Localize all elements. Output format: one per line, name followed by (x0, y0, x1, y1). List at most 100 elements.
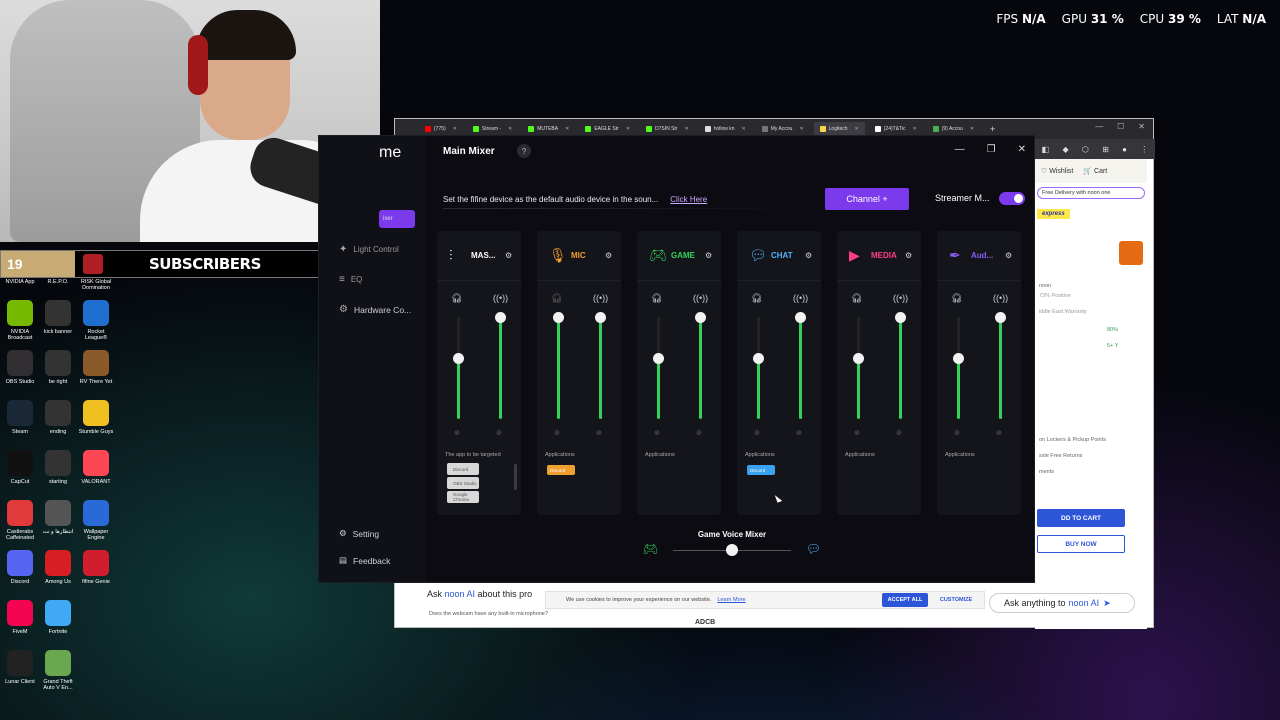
volume-slider-knob[interactable] (795, 312, 806, 323)
close-tab-icon[interactable]: ✕ (626, 126, 630, 132)
desktop-icon[interactable]: Among Us (38, 550, 78, 585)
learn-more-link[interactable]: Learn More (717, 597, 745, 603)
desktop-icon[interactable]: Grand Theft Auto V En... (38, 650, 78, 691)
desktop-icon[interactable]: kick banner (38, 300, 78, 335)
desktop-icon[interactable]: CapCut (0, 450, 40, 485)
volume-slider-knob[interactable] (853, 352, 864, 364)
channel-settings-icon[interactable]: ⚙ (505, 251, 512, 260)
minimize-icon[interactable]: — (955, 144, 965, 155)
desktop-icon[interactable]: Discord (0, 550, 40, 585)
desktop-icon[interactable]: NVIDIA Broadcast (0, 300, 40, 341)
volume-slider-track[interactable] (995, 312, 1006, 419)
cart-link[interactable]: 🛒 Cart (1083, 167, 1107, 175)
desktop-icon[interactable]: Lunar Client (0, 650, 40, 685)
desktop-icon[interactable]: RV There Yet (76, 350, 116, 385)
desktop-icon[interactable]: VALORANT (76, 450, 116, 485)
app-chip[interactable]: Discord (447, 463, 479, 475)
mute-icon[interactable]: ⊘ (496, 429, 502, 437)
channel-settings-icon[interactable]: ⚙ (1005, 251, 1012, 260)
accept-all-button[interactable]: ACCEPT ALL (882, 593, 928, 607)
mute-icon[interactable]: ⊘ (796, 429, 802, 437)
extension-icon[interactable]: ◆ (1062, 145, 1068, 154)
browser-tab[interactable]: (775) ✕ (419, 122, 463, 136)
volume-slider-knob[interactable] (653, 352, 664, 364)
volume-slider-knob[interactable] (495, 312, 506, 323)
mute-icon[interactable]: ⊘ (596, 429, 602, 437)
wishlist-link[interactable]: ♡ Wishlist (1041, 167, 1073, 175)
app-chip[interactable]: OBS Studio (447, 477, 479, 489)
volume-slider-track[interactable] (753, 317, 764, 419)
desktop-icon[interactable]: Stumble Guys (76, 400, 116, 435)
browser-tab[interactable]: (24)T&Tic ✕ (869, 122, 923, 136)
volume-slider-knob[interactable] (953, 352, 964, 364)
close-tab-icon[interactable]: ✕ (855, 126, 859, 132)
close-icon[interactable]: ✕ (1138, 122, 1145, 131)
desktop-icon[interactable]: OBS Studio (0, 350, 40, 385)
app-chip[interactable]: Discord (547, 465, 575, 475)
stream-output-icon[interactable]: ((•)) (593, 293, 608, 303)
mute-icon[interactable]: ⊘ (696, 429, 702, 437)
volume-slider-knob[interactable] (895, 312, 906, 323)
mute-icon[interactable]: ⊘ (996, 429, 1002, 437)
close-tab-icon[interactable]: ✕ (684, 126, 688, 132)
close-tab-icon[interactable]: ✕ (453, 126, 457, 132)
buy-now-button[interactable]: BUY NOW (1037, 535, 1125, 553)
mute-icon[interactable]: ⊘ (954, 429, 960, 437)
headphones-icon[interactable]: 🎧︎ (651, 293, 662, 304)
desktop-icon[interactable]: Steam (0, 400, 40, 435)
channel-settings-icon[interactable]: ⚙ (705, 251, 712, 260)
sidebar-item-light-control[interactable]: ✦ Light Control (339, 244, 399, 255)
new-tab-button[interactable]: + (984, 122, 1001, 136)
browser-tab[interactable]: D7SIN Str ✕ (640, 122, 695, 136)
mute-icon[interactable]: ⊘ (854, 429, 860, 437)
app-chip[interactable]: Google Chrome (447, 491, 479, 503)
volume-slider-track[interactable] (495, 312, 506, 419)
headphones-icon[interactable]: 🎧︎ (951, 293, 962, 304)
close-tab-icon[interactable]: ✕ (565, 126, 569, 132)
ask-noon-ai-input[interactable]: Ask anything to noon AI ➤ (989, 593, 1135, 613)
noon-float-button[interactable] (1119, 241, 1143, 265)
sidebar-item-settings[interactable]: ⚙ Setting (339, 528, 379, 539)
ask-ai-suggestion[interactable]: Does the webcam have any built-in microp… (429, 611, 548, 617)
volume-slider-knob[interactable] (595, 312, 606, 323)
mute-icon[interactable]: ⊘ (654, 429, 660, 437)
balance-slider-knob[interactable] (726, 544, 738, 556)
desktop-icon[interactable]: FiveM (0, 600, 40, 635)
profile-icon[interactable]: ● (1122, 145, 1127, 154)
desktop-icon[interactable]: Wallpaper Engine (76, 500, 116, 541)
desktop-icon[interactable]: be right (38, 350, 78, 385)
extension-icon[interactable]: ⬡ (1082, 145, 1089, 154)
close-tab-icon[interactable]: ✕ (970, 126, 974, 132)
volume-slider-knob[interactable] (995, 312, 1006, 323)
volume-slider-track[interactable] (695, 312, 706, 419)
close-tab-icon[interactable]: ✕ (799, 126, 803, 132)
add-to-cart-button[interactable]: DD TO CART (1037, 509, 1125, 527)
volume-slider-knob[interactable] (553, 312, 564, 323)
extension-icon[interactable]: ⊞ (1102, 145, 1109, 154)
sidebar-item-eq[interactable]: ≡ EQ (339, 274, 362, 285)
streamer-mode-toggle[interactable] (999, 192, 1025, 205)
volume-slider-track[interactable] (853, 317, 864, 419)
browser-tab[interactable]: (9) Accou ✕ (927, 122, 980, 136)
browser-tab[interactable]: EAGLE Str ✕ (579, 122, 636, 136)
restore-icon[interactable]: ❐ (987, 144, 996, 155)
desktop-icon[interactable]: Castlerabs Caffeinated (0, 500, 40, 541)
desktop-icon[interactable]: انتظارها و نت (38, 500, 78, 535)
desktop-icon[interactable]: Fortnite (38, 600, 78, 635)
customize-button[interactable]: CUSTOMIZE (936, 593, 976, 607)
menu-icon[interactable]: ⋮ (1140, 145, 1148, 154)
close-tab-icon[interactable]: ✕ (508, 126, 512, 132)
browser-tab[interactable]: My Accou ✕ (756, 122, 810, 136)
sidebar-item-feedback[interactable]: ▤ Feedback (339, 555, 390, 566)
maximize-icon[interactable]: ☐ (1117, 122, 1124, 131)
volume-slider-track[interactable] (653, 317, 664, 419)
headphones-muted-icon[interactable]: 🎧︎ (551, 293, 562, 304)
desktop-icon[interactable]: Rocket League® (76, 300, 116, 341)
volume-slider-knob[interactable] (695, 312, 706, 323)
stream-output-icon[interactable]: ((•)) (993, 293, 1008, 303)
channel-settings-icon[interactable]: ⚙ (905, 251, 912, 260)
volume-slider-knob[interactable] (453, 352, 464, 364)
volume-slider-knob[interactable] (753, 352, 764, 364)
sidebar-item-mixer[interactable]: ixer (379, 210, 415, 228)
stream-output-icon[interactable]: ((•)) (893, 293, 908, 303)
